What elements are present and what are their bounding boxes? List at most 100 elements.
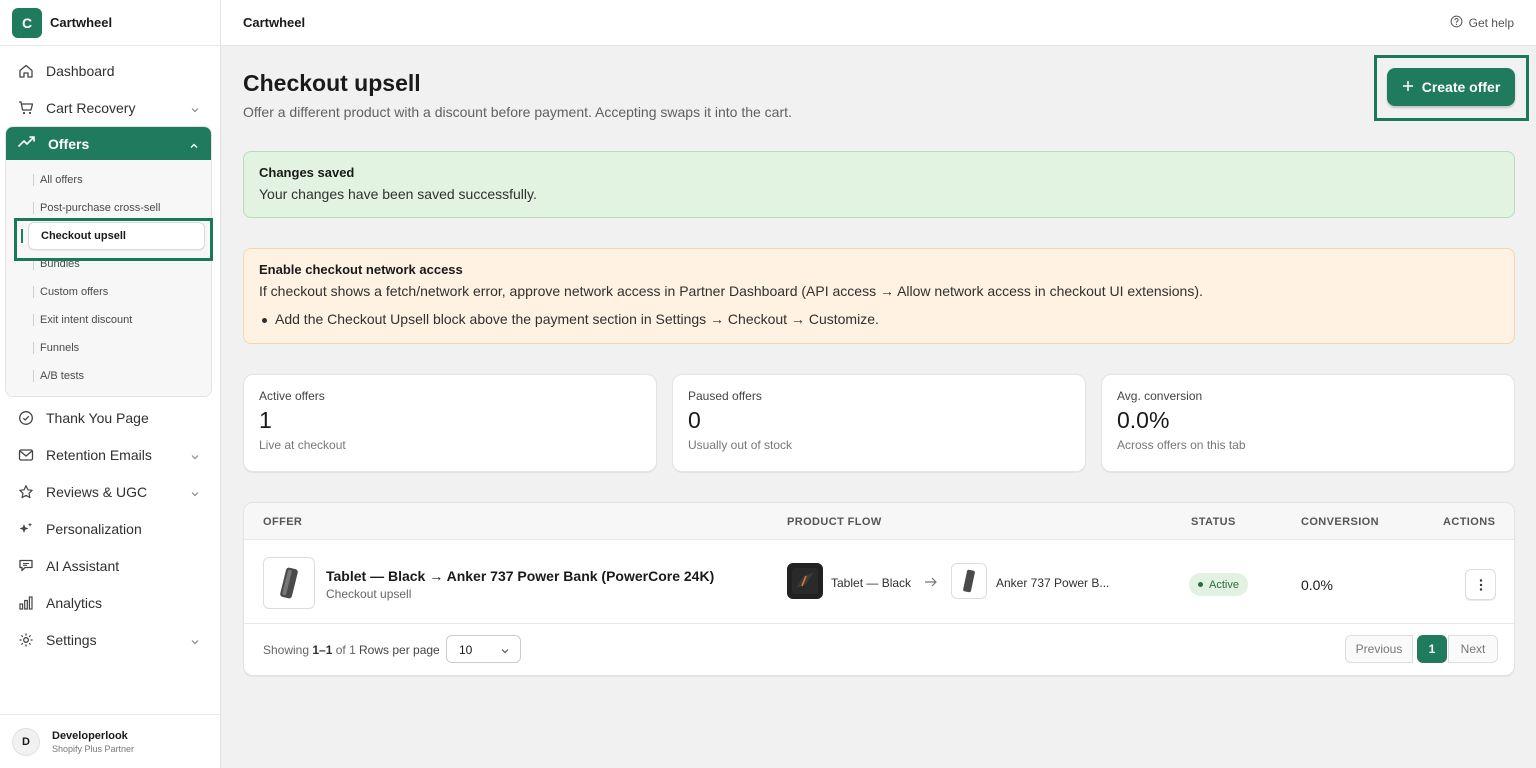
sidebar-subitem-label: A/B tests bbox=[40, 370, 85, 382]
user-info: Developerlook Shopify Plus Partner bbox=[52, 730, 134, 754]
status-dot bbox=[1198, 582, 1203, 587]
avatar: D bbox=[12, 727, 40, 756]
sidebar-subitem-label: Funnels bbox=[40, 342, 80, 354]
showing-prefix: Showing bbox=[263, 643, 310, 657]
brand[interactable]: C Cartwheel bbox=[0, 0, 220, 46]
sparkle-icon bbox=[18, 521, 34, 537]
rows-per-page-label: Rows per page bbox=[359, 643, 440, 657]
sidebar-item-retention-emails[interactable]: Retention Emails bbox=[0, 436, 220, 473]
sidebar-subitem-all-offers[interactable]: All offers bbox=[18, 166, 211, 194]
warning-banner-text: If checkout shows a fetch/network error,… bbox=[259, 283, 1203, 299]
showing-suffix: of 1 bbox=[335, 643, 356, 657]
column-header-offer: OFFER bbox=[263, 516, 303, 528]
page-title: Checkout upsell bbox=[243, 70, 421, 96]
more-vertical-icon bbox=[1479, 578, 1482, 591]
row-actions-button[interactable] bbox=[1465, 569, 1496, 600]
sidebar-item-label: AI Assistant bbox=[46, 557, 120, 574]
chevron-up-icon[interactable] bbox=[189, 138, 199, 154]
sidebar-item-label: Retention Emails bbox=[46, 446, 152, 463]
column-header-status: STATUS bbox=[1191, 516, 1236, 528]
success-banner-title: Changes saved bbox=[259, 165, 355, 180]
arrow-right-icon bbox=[924, 576, 938, 591]
sidebar-item-ai-assistant[interactable]: AI Assistant bbox=[0, 547, 220, 584]
table-footer: Showing 1–1 of 1 Rows per page 10 Previo… bbox=[244, 624, 1514, 675]
sidebar-subitem-label: Post-purchase cross-sell bbox=[40, 202, 161, 214]
get-help-label: Get help bbox=[1468, 16, 1514, 30]
power-bank-thumbnail bbox=[951, 563, 987, 599]
sidebar-item-cart-recovery[interactable]: Cart Recovery bbox=[0, 89, 220, 126]
power-bank-icon bbox=[280, 567, 298, 599]
sidebar-nav: Dashboard Cart Recovery Offers All offer… bbox=[0, 46, 220, 658]
stat-card-active-offers: Active offers 1 Live at checkout bbox=[243, 374, 657, 472]
stat-hint: Across offers on this tab bbox=[1117, 438, 1246, 452]
app-name: Cartwheel bbox=[50, 15, 113, 30]
offers-submenu: All offers Post-purchase cross-sell Chec… bbox=[6, 160, 211, 396]
pagination-next-button[interactable]: Next bbox=[1448, 635, 1498, 663]
gear-icon bbox=[18, 632, 34, 648]
status-label: Active bbox=[1209, 578, 1239, 591]
chevron-down-icon[interactable] bbox=[190, 102, 200, 118]
get-help-link[interactable]: Get help bbox=[1450, 15, 1514, 31]
offer-type: Checkout upsell bbox=[326, 587, 412, 601]
topbar-title: Cartwheel bbox=[243, 15, 306, 30]
sidebar-item-dashboard[interactable]: Dashboard bbox=[0, 52, 220, 89]
tree-line bbox=[33, 370, 34, 382]
sidebar-item-offers[interactable]: Offers bbox=[6, 127, 211, 160]
pagination-previous-button[interactable]: Previous bbox=[1345, 635, 1413, 663]
stat-label: Avg. conversion bbox=[1117, 389, 1203, 403]
user-profile[interactable]: D Developerlook Shopify Plus Partner bbox=[0, 714, 220, 768]
showing-range: 1–1 bbox=[312, 643, 333, 657]
app-logo: C bbox=[12, 7, 42, 38]
sidebar-item-settings[interactable]: Settings bbox=[0, 621, 220, 658]
bar-chart-icon bbox=[18, 595, 34, 611]
stat-value: 0 bbox=[688, 407, 701, 433]
sidebar-subitem-exit-intent[interactable]: Exit intent discount bbox=[18, 306, 211, 334]
from-product-name: Tablet — Black bbox=[831, 576, 912, 590]
sidebar-item-personalization[interactable]: Personalization bbox=[0, 510, 220, 547]
stat-label: Paused offers bbox=[688, 389, 762, 403]
tree-line bbox=[33, 174, 34, 186]
pagination-page-button[interactable]: 1 bbox=[1417, 635, 1447, 663]
warning-banner-bullet: Add the Checkout Upsell block above the … bbox=[259, 311, 1499, 327]
sidebar-subitem-label: Exit intent discount bbox=[40, 314, 133, 326]
sidebar-group-offers: Offers All offers Post-purchase cross-se… bbox=[5, 126, 212, 397]
tree-line bbox=[33, 342, 34, 354]
sidebar-item-label: Analytics bbox=[46, 594, 103, 611]
warning-banner-title: Enable checkout network access bbox=[259, 262, 463, 277]
status-badge: Active bbox=[1189, 573, 1248, 596]
star-icon bbox=[18, 484, 34, 500]
rows-per-page-value: 10 bbox=[459, 643, 473, 657]
stat-label: Active offers bbox=[259, 389, 325, 403]
stat-hint: Usually out of stock bbox=[688, 438, 793, 452]
rows-per-page-select[interactable]: 10 bbox=[446, 635, 521, 663]
sidebar-item-label: Offers bbox=[48, 135, 90, 152]
topbar: Cartwheel Get help bbox=[221, 0, 1536, 46]
sidebar-item-reviews-ugc[interactable]: Reviews & UGC bbox=[0, 473, 220, 510]
sidebar-item-thank-you-page[interactable]: Thank You Page bbox=[0, 399, 220, 436]
sidebar-item-analytics[interactable]: Analytics bbox=[0, 584, 220, 621]
tree-line bbox=[33, 286, 34, 298]
offers-table: OFFER PRODUCT FLOW STATUS CONVERSION ACT… bbox=[243, 502, 1515, 676]
chevron-down-icon[interactable] bbox=[190, 634, 200, 650]
offer-name[interactable]: Tablet — Black → Anker 737 Power Bank (P… bbox=[326, 568, 714, 584]
sidebar-subitem-label: All offers bbox=[40, 174, 83, 186]
trending-up-icon bbox=[18, 134, 36, 153]
showing-text: Showing 1–1 of 1 bbox=[263, 643, 356, 657]
chevron-down-icon[interactable] bbox=[190, 486, 200, 502]
tablet-icon bbox=[792, 568, 818, 594]
sidebar-subitem-custom-offers[interactable]: Custom offers bbox=[18, 278, 211, 306]
sidebar-subitem-ab-tests[interactable]: A/B tests bbox=[18, 362, 211, 390]
success-banner: Changes saved Your changes have been sav… bbox=[243, 151, 1515, 218]
table-row[interactable]: Tablet — Black → Anker 737 Power Bank (P… bbox=[244, 540, 1514, 624]
tree-line bbox=[33, 314, 34, 326]
table-header: OFFER PRODUCT FLOW STATUS CONVERSION ACT… bbox=[244, 503, 1514, 540]
tree-line bbox=[33, 202, 34, 214]
sidebar-item-label: Thank You Page bbox=[46, 409, 149, 426]
chevron-down-icon[interactable] bbox=[190, 449, 200, 465]
cart-icon bbox=[18, 100, 34, 116]
sidebar-subitem-funnels[interactable]: Funnels bbox=[18, 334, 211, 362]
tablet-thumbnail bbox=[787, 563, 823, 599]
column-header-conversion: CONVERSION bbox=[1301, 516, 1379, 528]
sidebar-subitem-label: Custom offers bbox=[40, 286, 109, 298]
sidebar-item-label: Settings bbox=[46, 631, 97, 648]
